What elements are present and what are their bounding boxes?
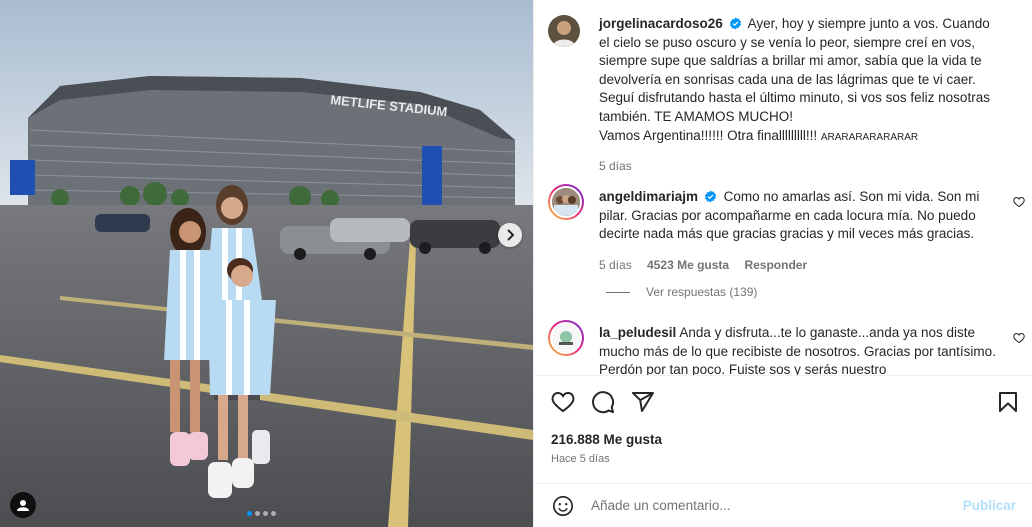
carousel-indicator — [247, 511, 276, 516]
bookmark-icon[interactable] — [996, 390, 1020, 414]
comment-username[interactable]: angeldimariajm — [599, 189, 698, 204]
comment-text: la_peludesil Anda y disfruta...te lo gan… — [599, 324, 999, 375]
like-comment-heart-icon[interactable] — [1013, 332, 1025, 344]
comment-input[interactable]: Añade un comentario... — [591, 498, 731, 513]
add-comment-bar: Añade un comentario... Publicar — [534, 483, 1032, 527]
post-timestamp: Hace 5 días — [551, 453, 610, 465]
replies-divider — [606, 291, 630, 293]
carousel-dot — [255, 511, 260, 516]
post-photo[interactable]: METLIFE STADIUM — [0, 0, 533, 527]
avatar-image — [552, 188, 580, 216]
comments-list[interactable]: jorgelinacardoso26 Ayer, hoy y siempre j… — [534, 0, 1032, 375]
post-detail-pane: jorgelinacardoso26 Ayer, hoy y siempre j… — [533, 0, 1032, 527]
like-comment-heart-icon[interactable] — [1013, 196, 1025, 208]
caption-username[interactable]: jorgelinacardoso26 — [599, 16, 723, 31]
caption-text: jorgelinacardoso26 Ayer, hoy y siempre j… — [599, 15, 999, 176]
comment-username[interactable]: la_peludesil — [599, 325, 676, 340]
chevron-right-icon — [507, 229, 515, 241]
likes-count[interactable]: 216.888 Me gusta — [551, 432, 662, 447]
caption-line-2: Vamos Argentina!!!!!! Otra finalllllllll… — [599, 127, 818, 143]
share-icon[interactable] — [631, 390, 655, 414]
view-replies-label: Ver respuestas (139) — [646, 285, 758, 299]
caption-chant: ARARARARARARAR — [820, 131, 919, 143]
comment-likes[interactable]: 4523 Me gusta — [647, 258, 729, 272]
publish-button[interactable]: Publicar — [963, 498, 1016, 513]
avatar[interactable] — [548, 320, 584, 356]
avatar-image — [548, 15, 580, 47]
caption-body: Ayer, hoy y siempre junto a vos. Cuando … — [599, 16, 990, 124]
carousel-dot — [247, 511, 252, 516]
carousel-dot — [263, 511, 268, 516]
heart-icon[interactable] — [551, 390, 575, 414]
avatar[interactable] — [548, 184, 584, 220]
verified-badge-icon — [704, 190, 716, 203]
avatar[interactable] — [548, 15, 580, 47]
emoji-icon[interactable] — [552, 495, 574, 517]
caption-meta: 5 días — [599, 157, 999, 176]
comment-time: 5 días — [599, 257, 632, 272]
avatar-image — [552, 324, 580, 352]
comment-text: angeldimariajm Como no amarlas así. Son … — [599, 188, 999, 274]
next-image-button[interactable] — [498, 223, 522, 247]
caption-time: 5 días — [599, 159, 632, 174]
view-replies-button[interactable]: Ver respuestas (139) — [606, 285, 757, 299]
verified-badge-icon — [729, 17, 741, 30]
comment-meta: 5 días 4523 Me gusta Responder — [599, 256, 999, 275]
reply-button[interactable]: Responder — [744, 258, 807, 272]
comment-icon[interactable] — [591, 390, 615, 414]
user-icon — [17, 500, 29, 511]
stadium-photo-illustration: METLIFE STADIUM — [0, 0, 533, 527]
post-actions: 216.888 Me gusta Hace 5 días — [534, 375, 1032, 483]
carousel-dot — [271, 511, 276, 516]
tagged-users-button[interactable] — [10, 492, 36, 518]
